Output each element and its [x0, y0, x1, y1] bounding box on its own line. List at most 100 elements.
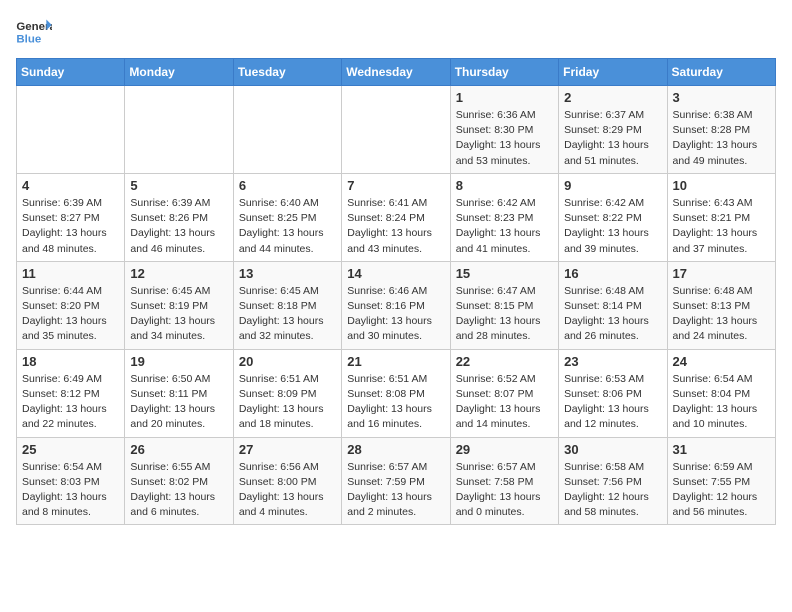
day-info: Sunrise: 6:43 AM Sunset: 8:21 PM Dayligh… — [673, 196, 770, 257]
day-number: 11 — [22, 266, 119, 281]
day-of-week-header: Wednesday — [342, 59, 450, 86]
calendar-cell: 13 Sunrise: 6:45 AM Sunset: 8:18 PM Dayli… — [233, 261, 341, 349]
day-info: Sunrise: 6:57 AM Sunset: 7:58 PM Dayligh… — [456, 460, 553, 521]
day-info: Sunrise: 6:55 AM Sunset: 8:02 PM Dayligh… — [130, 460, 227, 521]
day-info: Sunrise: 6:44 AM Sunset: 8:20 PM Dayligh… — [22, 284, 119, 345]
day-number: 25 — [22, 442, 119, 457]
day-of-week-header: Monday — [125, 59, 233, 86]
calendar-cell: 5Sunrise: 6:39 AM Sunset: 8:26 PM Daylig… — [125, 173, 233, 261]
day-info: Sunrise: 6:50 AM Sunset: 8:11 PM Dayligh… — [130, 372, 227, 433]
day-info: Sunrise: 6:39 AM Sunset: 8:27 PM Dayligh… — [22, 196, 119, 257]
day-number: 31 — [673, 442, 770, 457]
day-info: Sunrise: 6:37 AM Sunset: 8:29 PM Dayligh… — [564, 108, 661, 169]
day-number: 3 — [673, 90, 770, 105]
day-number: 27 — [239, 442, 336, 457]
calendar-cell: 19 Sunrise: 6:50 AM Sunset: 8:11 PM Dayli… — [125, 349, 233, 437]
day-of-week-header: Thursday — [450, 59, 558, 86]
day-info: Sunrise: 6:40 AM Sunset: 8:25 PM Dayligh… — [239, 196, 336, 257]
day-info: Sunrise: 6:36 AM Sunset: 8:30 PM Dayligh… — [456, 108, 553, 169]
calendar-cell: 17 Sunrise: 6:48 AM Sunset: 8:13 PM Dayli… — [667, 261, 775, 349]
day-info: Sunrise: 6:47 AM Sunset: 8:15 PM Dayligh… — [456, 284, 553, 345]
calendar-cell: 4 Sunrise: 6:39 AM Sunset: 8:27 PM Daylig… — [17, 173, 125, 261]
day-info: Sunrise: 6:51 AM Sunset: 8:09 PM Dayligh… — [239, 372, 336, 433]
day-info: Sunrise: 6:45 AM Sunset: 8:18 PM Dayligh… — [239, 284, 336, 345]
day-number: 24 — [673, 354, 770, 369]
day-number: 10 — [673, 178, 770, 193]
calendar-cell: 3 Sunrise: 6:38 AM Sunset: 8:28 PM Daylig… — [667, 86, 775, 174]
day-number: 17 — [673, 266, 770, 281]
calendar-cell: 29 Sunrise: 6:57 AM Sunset: 7:58 PM Dayli… — [450, 437, 558, 525]
day-of-week-header: Friday — [559, 59, 667, 86]
day-number: 18 — [22, 354, 119, 369]
calendar-cell: 27 Sunrise: 6:56 AM Sunset: 8:00 PM Dayli… — [233, 437, 341, 525]
calendar-cell: 22Sunrise: 6:52 AM Sunset: 8:07 PM Dayli… — [450, 349, 558, 437]
day-info: Sunrise: 6:59 AM Sunset: 7:55 PM Dayligh… — [673, 460, 770, 521]
day-info: Sunrise: 6:48 AM Sunset: 8:14 PM Dayligh… — [564, 284, 661, 345]
day-info: Sunrise: 6:39 AM Sunset: 8:26 PM Dayligh… — [130, 196, 227, 257]
calendar-cell: 14 Sunrise: 6:46 AM Sunset: 8:16 PM Dayli… — [342, 261, 450, 349]
day-number: 4 — [22, 178, 119, 193]
day-of-week-header: Sunday — [17, 59, 125, 86]
calendar-cell: 25 Sunrise: 6:54 AM Sunset: 8:03 PM Dayli… — [17, 437, 125, 525]
day-info: Sunrise: 6:56 AM Sunset: 8:00 PM Dayligh… — [239, 460, 336, 521]
day-info: Sunrise: 6:54 AM Sunset: 8:04 PM Dayligh… — [673, 372, 770, 433]
calendar-cell — [342, 86, 450, 174]
day-number: 28 — [347, 442, 444, 457]
day-info: Sunrise: 6:57 AM Sunset: 7:59 PM Dayligh… — [347, 460, 444, 521]
calendar-cell: 26Sunrise: 6:55 AM Sunset: 8:02 PM Dayli… — [125, 437, 233, 525]
logo: GeneralBlue — [16, 16, 52, 46]
calendar-cell: 28 Sunrise: 6:57 AM Sunset: 7:59 PM Dayli… — [342, 437, 450, 525]
day-number: 13 — [239, 266, 336, 281]
day-number: 30 — [564, 442, 661, 457]
calendar-cell: 8 Sunrise: 6:42 AM Sunset: 8:23 PM Daylig… — [450, 173, 558, 261]
calendar-cell: 24 Sunrise: 6:54 AM Sunset: 8:04 PM Dayli… — [667, 349, 775, 437]
day-number: 6 — [239, 178, 336, 193]
day-of-week-header: Saturday — [667, 59, 775, 86]
day-number: 14 — [347, 266, 444, 281]
calendar-cell: 20 Sunrise: 6:51 AM Sunset: 8:09 PM Dayli… — [233, 349, 341, 437]
calendar-cell: 12Sunrise: 6:45 AM Sunset: 8:19 PM Dayli… — [125, 261, 233, 349]
day-info: Sunrise: 6:49 AM Sunset: 8:12 PM Dayligh… — [22, 372, 119, 433]
calendar-cell: 16 Sunrise: 6:48 AM Sunset: 8:14 PM Dayli… — [559, 261, 667, 349]
day-info: Sunrise: 6:52 AM Sunset: 8:07 PM Dayligh… — [456, 372, 553, 433]
day-number: 8 — [456, 178, 553, 193]
calendar-cell — [125, 86, 233, 174]
day-number: 9 — [564, 178, 661, 193]
calendar-cell: 9 Sunrise: 6:42 AM Sunset: 8:22 PM Daylig… — [559, 173, 667, 261]
day-number: 29 — [456, 442, 553, 457]
page-header: GeneralBlue — [16, 16, 776, 46]
calendar-cell: 31 Sunrise: 6:59 AM Sunset: 7:55 PM Dayli… — [667, 437, 775, 525]
calendar-header-row: SundayMondayTuesdayWednesdayThursdayFrid… — [17, 59, 776, 86]
day-info: Sunrise: 6:42 AM Sunset: 8:22 PM Dayligh… — [564, 196, 661, 257]
day-of-week-header: Tuesday — [233, 59, 341, 86]
day-info: Sunrise: 6:46 AM Sunset: 8:16 PM Dayligh… — [347, 284, 444, 345]
calendar-table: SundayMondayTuesdayWednesdayThursdayFrid… — [16, 58, 776, 525]
day-info: Sunrise: 6:48 AM Sunset: 8:13 PM Dayligh… — [673, 284, 770, 345]
day-number: 15 — [456, 266, 553, 281]
calendar-week-row: 18 Sunrise: 6:49 AM Sunset: 8:12 PM Dayli… — [17, 349, 776, 437]
calendar-cell: 15 Sunrise: 6:47 AM Sunset: 8:15 PM Dayli… — [450, 261, 558, 349]
day-info: Sunrise: 6:58 AM Sunset: 7:56 PM Dayligh… — [564, 460, 661, 521]
calendar-week-row: 11 Sunrise: 6:44 AM Sunset: 8:20 PM Dayli… — [17, 261, 776, 349]
day-number: 20 — [239, 354, 336, 369]
calendar-cell: 2Sunrise: 6:37 AM Sunset: 8:29 PM Daylig… — [559, 86, 667, 174]
day-number: 19 — [130, 354, 227, 369]
svg-text:Blue: Blue — [16, 33, 41, 45]
calendar-cell: 30 Sunrise: 6:58 AM Sunset: 7:56 PM Dayli… — [559, 437, 667, 525]
calendar-cell — [17, 86, 125, 174]
calendar-cell: 7Sunrise: 6:41 AM Sunset: 8:24 PM Daylig… — [342, 173, 450, 261]
calendar-cell: 6 Sunrise: 6:40 AM Sunset: 8:25 PM Daylig… — [233, 173, 341, 261]
calendar-cell: 18 Sunrise: 6:49 AM Sunset: 8:12 PM Dayli… — [17, 349, 125, 437]
day-number: 16 — [564, 266, 661, 281]
day-number: 12 — [130, 266, 227, 281]
day-number: 7 — [347, 178, 444, 193]
calendar-cell: 10 Sunrise: 6:43 AM Sunset: 8:21 PM Dayli… — [667, 173, 775, 261]
day-info: Sunrise: 6:51 AM Sunset: 8:08 PM Dayligh… — [347, 372, 444, 433]
calendar-cell: 23Sunrise: 6:53 AM Sunset: 8:06 PM Dayli… — [559, 349, 667, 437]
calendar-cell: 21Sunrise: 6:51 AM Sunset: 8:08 PM Dayli… — [342, 349, 450, 437]
calendar-cell — [233, 86, 341, 174]
day-info: Sunrise: 6:54 AM Sunset: 8:03 PM Dayligh… — [22, 460, 119, 521]
day-info: Sunrise: 6:38 AM Sunset: 8:28 PM Dayligh… — [673, 108, 770, 169]
day-info: Sunrise: 6:42 AM Sunset: 8:23 PM Dayligh… — [456, 196, 553, 257]
day-number: 23 — [564, 354, 661, 369]
